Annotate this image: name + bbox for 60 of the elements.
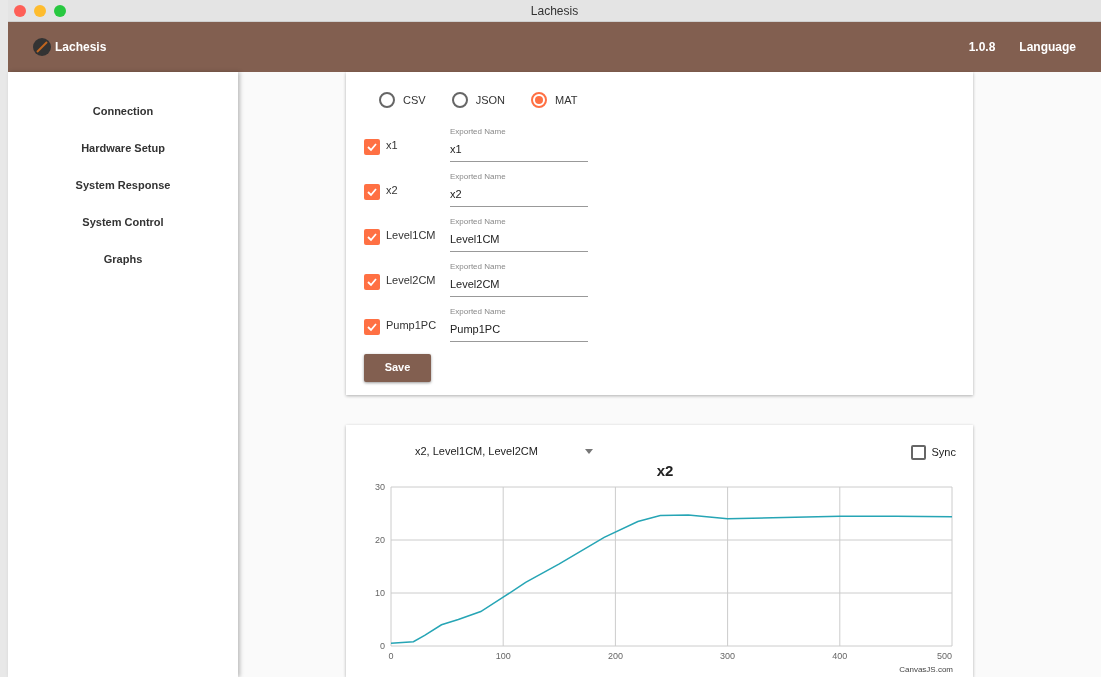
version-text: 1.0.8: [968, 39, 996, 56]
x-tick-label: 400: [832, 651, 848, 661]
variable-label: x2: [386, 183, 399, 198]
sync-checkbox[interactable]: [910, 444, 926, 460]
chart-credit: CanvasJS.com: [899, 664, 953, 676]
field-label: Exported Name: [450, 306, 507, 318]
exported-name-field[interactable]: Exported Name Level1CM: [450, 216, 588, 252]
field-label: Exported Name: [450, 216, 507, 228]
language-button[interactable]: Language: [1019, 38, 1076, 56]
checkbox[interactable]: [364, 183, 380, 200]
format-label: CSV: [403, 93, 426, 108]
close-icon[interactable]: [14, 4, 26, 17]
sidebar-item[interactable]: Hardware Setup: [81, 139, 165, 157]
checkbox[interactable]: [364, 228, 380, 245]
x-tick-label: 200: [607, 651, 623, 661]
field-label: Exported Name: [450, 261, 507, 273]
maximize-icon[interactable]: [54, 4, 66, 17]
input-field[interactable]: x2: [450, 186, 588, 203]
sync-label: Sync: [931, 445, 956, 460]
y-tick-label: 0: [380, 641, 385, 651]
save-button[interactable]: Save: [364, 353, 431, 382]
logo-icon: [33, 38, 51, 56]
field-label: Exported Name: [450, 126, 507, 138]
input-field[interactable]: Level1CM: [450, 231, 588, 248]
variable-label: Pump1PC: [386, 318, 438, 333]
caret-icon: [585, 448, 593, 454]
exported-name-field[interactable]: Exported Name x1: [450, 126, 588, 162]
input-field[interactable]: x1: [450, 141, 588, 158]
variable-label: x1: [386, 138, 399, 153]
field-label: Exported Name: [450, 171, 507, 183]
sidebar-item[interactable]: Graphs: [103, 250, 143, 268]
radio-button[interactable]: [530, 92, 547, 109]
variable-label: Level2CM: [386, 273, 437, 288]
radio-button[interactable]: [451, 92, 468, 109]
series-select[interactable]: x2, Level1CM, Level2CM: [415, 443, 593, 460]
radio-button[interactable]: [379, 92, 395, 109]
x-tick-label: 100: [495, 651, 511, 661]
format-label: JSON: [475, 93, 505, 108]
variable-label: Level1CM: [386, 228, 437, 243]
chart-title: x2: [656, 462, 674, 479]
exported-name-field[interactable]: Exported Name Pump1PC: [450, 306, 588, 342]
checkbox[interactable]: [364, 273, 380, 290]
sidebar-item[interactable]: System Control: [82, 213, 164, 231]
sidebar-item[interactable]: Connection: [92, 102, 154, 120]
format-label: MAT: [554, 93, 578, 108]
window-title: Lachesis: [530, 2, 579, 20]
app-name: Lachesis: [55, 39, 107, 56]
x-tick-label: 500: [936, 651, 952, 661]
checkbox[interactable]: [364, 138, 380, 155]
x-tick-label: 0: [388, 651, 394, 661]
y-tick-label: 30: [375, 482, 385, 492]
x-tick-label: 300: [720, 651, 736, 661]
exported-name-field[interactable]: Exported Name x2: [450, 171, 588, 207]
input-field[interactable]: Level2CM: [450, 276, 588, 293]
y-tick-label: 20: [375, 535, 385, 545]
exported-name-field[interactable]: Exported Name Level2CM: [450, 261, 588, 297]
checkbox[interactable]: [364, 318, 380, 335]
sidebar-item[interactable]: System Response: [75, 176, 171, 194]
input-field[interactable]: Pump1PC: [450, 321, 588, 338]
y-tick-label: 10: [375, 588, 385, 598]
